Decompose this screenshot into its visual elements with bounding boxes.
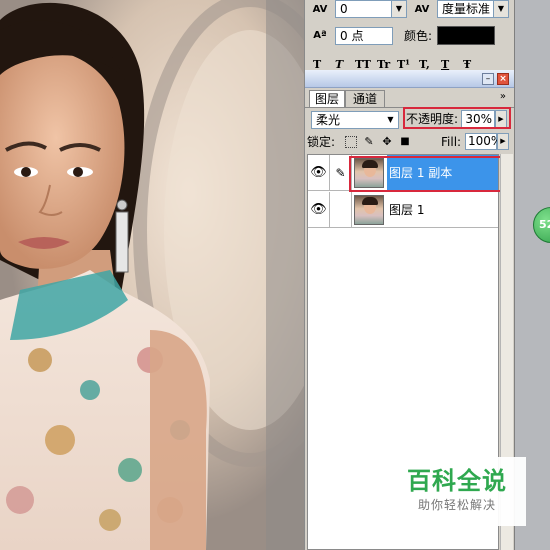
kerning-select[interactable]: 0 ▼ xyxy=(335,0,407,18)
eye-icon[interactable]: 👁 xyxy=(308,192,330,228)
tracking-icon: AV xyxy=(414,4,430,15)
watermark: 百科全说 助你轻松解决 xyxy=(388,457,526,526)
layer-thumbnail xyxy=(354,195,384,225)
character-panel: AV 0 ▼ AV 度量标准 ▼ Aª 0 点 颜色: T T TT Tr T¹… xyxy=(304,0,514,71)
fill-label: Fill: xyxy=(441,135,462,149)
lock-row: 锁定: ✎ ✥ ■ Fill: 100% ▶ xyxy=(305,133,515,151)
layer-row-base[interactable]: 👁 图层 1 xyxy=(308,192,498,228)
chevron-down-icon[interactable]: ▼ xyxy=(493,1,508,17)
minimize-icon[interactable]: – xyxy=(482,73,494,85)
lock-move-icon[interactable]: ✥ xyxy=(381,136,393,148)
tracking-select[interactable]: 度量标准 ▼ xyxy=(437,0,509,18)
tab-channels[interactable]: 通道 xyxy=(345,90,385,108)
lock-label: 锁定: xyxy=(307,135,336,149)
watermark-subtitle: 助你轻松解决 xyxy=(417,498,496,512)
lock-transparency-icon[interactable] xyxy=(345,136,357,148)
panel-menu-icon[interactable]: » xyxy=(500,91,506,102)
kerning-value: 0 xyxy=(340,2,348,16)
blend-mode-select[interactable]: 柔光 ▼ xyxy=(311,111,399,129)
watermark-title: 百科全说 xyxy=(407,467,507,495)
fill-input[interactable]: 100% xyxy=(465,133,502,150)
panel-titlebar[interactable]: – × xyxy=(305,70,515,88)
leading-input[interactable]: 0 点 xyxy=(335,27,393,45)
portrait-image xyxy=(0,0,304,550)
lock-all-icon[interactable]: ■ xyxy=(399,136,411,148)
tab-layers[interactable]: 图层 xyxy=(309,90,345,108)
opacity-highlight-box xyxy=(403,107,511,129)
layer-highlight-box xyxy=(349,156,509,192)
leading-value: 0 点 xyxy=(340,29,364,43)
kerning-icon: AV xyxy=(312,4,328,15)
blend-mode-value: 柔光 xyxy=(316,113,341,127)
close-icon[interactable]: × xyxy=(497,73,509,85)
chevron-down-icon[interactable]: ▼ xyxy=(383,112,398,128)
color-label: 颜色: xyxy=(404,29,433,43)
text-color-swatch[interactable] xyxy=(437,26,495,45)
baseline-shift-icon: Aª xyxy=(313,30,327,41)
chevron-down-icon[interactable]: ▼ xyxy=(391,1,406,17)
layer-name: 图层 1 xyxy=(389,203,425,217)
layer-name-area[interactable]: 图层 1 xyxy=(387,192,498,228)
tracking-value: 度量标准 xyxy=(442,2,491,16)
lock-brush-icon[interactable]: ✎ xyxy=(363,136,375,148)
fill-slider-button[interactable]: ▶ xyxy=(497,133,509,150)
photo-canvas[interactable] xyxy=(0,0,304,550)
link-slot[interactable] xyxy=(330,192,352,228)
eye-icon[interactable]: 👁 xyxy=(308,155,330,191)
